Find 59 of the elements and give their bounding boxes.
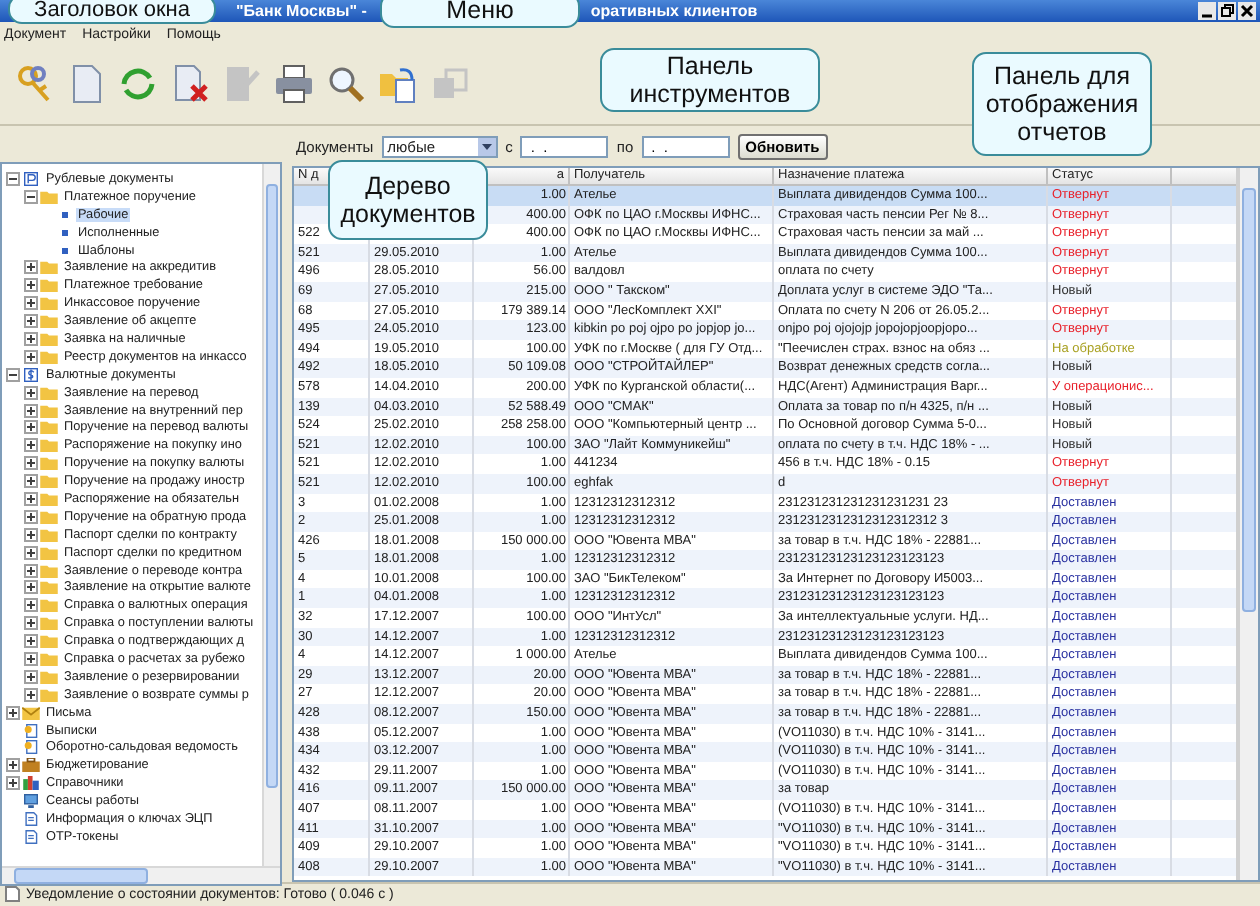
document-icon: [22, 829, 40, 844]
callout-tooltip: Дерево документов: [328, 160, 488, 240]
expand-icon[interactable]: [24, 545, 38, 560]
expand-icon[interactable]: [24, 456, 38, 471]
caret-icon[interactable]: [477, 137, 496, 155]
expand-icon[interactable]: [24, 651, 38, 666]
window-title: "Банк Москвы" -: [236, 2, 367, 20]
bullet-icon: [62, 211, 68, 218]
expand-icon[interactable]: [24, 296, 38, 311]
close-icon[interactable]: [1238, 2, 1256, 20]
collapse-icon[interactable]: [24, 189, 38, 204]
expand-icon[interactable]: [24, 314, 38, 329]
expand-icon[interactable]: [24, 669, 38, 684]
callout-tooltip: Заголовок окна: [8, 0, 216, 24]
document-icon: [22, 812, 40, 826]
restore-icon[interactable]: [1218, 2, 1236, 20]
callout-tooltip: Меню: [380, 0, 580, 28]
expand-icon[interactable]: [24, 563, 38, 578]
scrollbar[interactable]: [262, 164, 280, 866]
expand-icon[interactable]: [24, 349, 38, 364]
briefcase-icon: [22, 758, 40, 773]
expand-icon[interactable]: [6, 776, 20, 791]
callout-tooltip: Панель для отображения отчетов: [972, 52, 1152, 156]
expand-icon[interactable]: [24, 403, 38, 418]
toolbar-button[interactable]: [324, 62, 368, 106]
collapse-icon[interactable]: [6, 367, 20, 382]
expand-icon[interactable]: [24, 616, 38, 631]
document-icon: [22, 367, 40, 382]
folder-icon: [40, 189, 58, 204]
expand-icon[interactable]: [24, 527, 38, 542]
expand-icon[interactable]: [24, 580, 38, 595]
expand-icon[interactable]: [6, 705, 20, 720]
bullet-icon: [62, 247, 68, 253]
callout-tooltip: Панель инструментов: [600, 48, 820, 112]
toolbar-button[interactable]: [272, 62, 316, 106]
expand-icon[interactable]: [24, 598, 38, 613]
expand-icon[interactable]: [24, 420, 38, 435]
expand-icon[interactable]: [24, 331, 38, 346]
expand-icon[interactable]: [24, 509, 38, 524]
minimize-icon[interactable]: [1198, 2, 1216, 20]
document-icon: [22, 171, 40, 186]
expand-icon[interactable]: [24, 634, 38, 649]
scrollbar[interactable]: [2, 866, 280, 884]
expand-icon[interactable]: [24, 278, 38, 293]
expand-icon[interactable]: [6, 758, 20, 773]
books-icon: [22, 776, 40, 791]
toolbar-button[interactable]: [376, 62, 420, 106]
bullet-icon: [62, 229, 68, 236]
envelope-icon: [22, 705, 40, 720]
expand-icon[interactable]: [24, 260, 38, 275]
expand-icon[interactable]: [24, 687, 38, 702]
monitor-icon: [22, 794, 40, 809]
expand-icon[interactable]: [24, 491, 38, 506]
expand-icon[interactable]: [24, 474, 38, 489]
expand-icon[interactable]: [24, 438, 38, 453]
collapse-icon[interactable]: [6, 171, 20, 186]
scrollbar[interactable]: [1238, 168, 1258, 880]
window-title: оративных клиентов: [590, 2, 758, 20]
expand-icon[interactable]: [24, 385, 38, 400]
